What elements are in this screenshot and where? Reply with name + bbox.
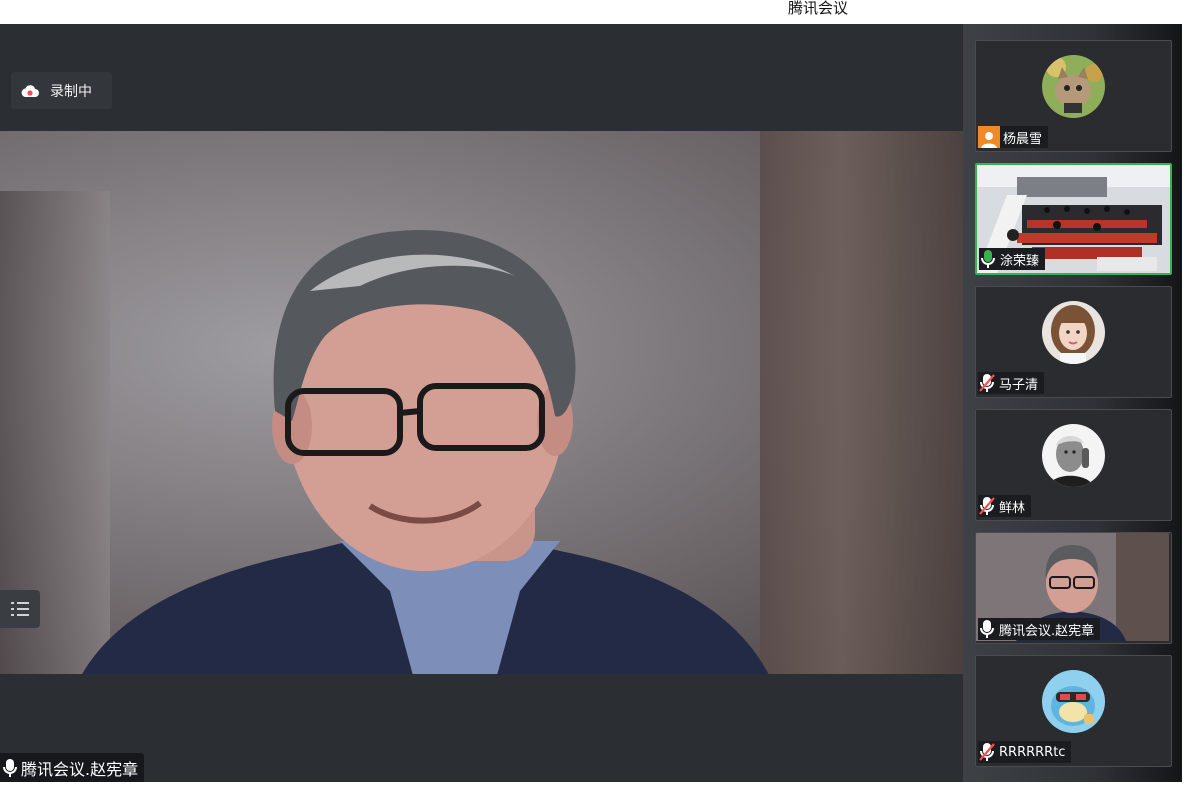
participant-name-label: 杨晨雪 bbox=[978, 126, 1049, 148]
bottom-strip bbox=[0, 782, 1190, 789]
mic-active-icon bbox=[981, 250, 995, 268]
participant-tile[interactable]: 杨晨雪 bbox=[975, 40, 1172, 152]
participant-tile-active[interactable]: 涂荣臻 bbox=[975, 163, 1172, 275]
participant-name: 腾讯会议.赵宪章 bbox=[999, 623, 1095, 639]
mic-icon bbox=[3, 758, 17, 777]
main-speaker-name: 腾讯会议.赵宪章 bbox=[21, 759, 139, 779]
participant-list-toggle[interactable] bbox=[0, 590, 40, 628]
speaker-figure bbox=[82, 230, 769, 674]
participant-name: RRRRRRtc bbox=[999, 744, 1066, 760]
main-stage: 录制中 腾讯会议.赵宪章 bbox=[0, 24, 963, 782]
participant-name-label: 马子清 bbox=[978, 372, 1045, 394]
recording-label: 录制中 bbox=[50, 83, 92, 100]
participant-tile[interactable]: RRRRRRtc bbox=[975, 655, 1172, 767]
mic-muted-icon bbox=[979, 743, 995, 761]
meeting-window: 录制中 腾讯会议.赵宪章 杨晨雪 涂荣臻 马子清 鲜林 腾讯会议.赵宪章 RRR… bbox=[0, 24, 1182, 782]
participant-sidebar: 杨晨雪 涂荣臻 马子清 鲜林 腾讯会议.赵宪章 RRRRRRtc bbox=[963, 24, 1182, 782]
user-icon bbox=[978, 126, 1000, 148]
list-icon bbox=[11, 602, 29, 616]
avatar bbox=[1042, 301, 1105, 364]
participant-tile[interactable]: 鲜林 bbox=[975, 409, 1172, 521]
participant-name-label: 鲜林 bbox=[978, 495, 1032, 517]
participant-name: 鲜林 bbox=[999, 500, 1026, 516]
cloud-record-icon bbox=[21, 84, 39, 97]
participant-tile[interactable]: 马子清 bbox=[975, 286, 1172, 398]
participant-name: 马子清 bbox=[999, 377, 1039, 393]
avatar bbox=[1042, 670, 1105, 733]
participant-name-label: RRRRRRtc bbox=[978, 741, 1072, 763]
participant-name-label: 涂荣臻 bbox=[979, 248, 1046, 270]
participant-name: 涂荣臻 bbox=[1000, 253, 1040, 269]
participant-tile[interactable]: 腾讯会议.赵宪章 bbox=[975, 532, 1172, 644]
participant-name: 杨晨雪 bbox=[1003, 131, 1043, 147]
mic-icon bbox=[980, 620, 994, 638]
main-video[interactable] bbox=[0, 131, 963, 674]
participant-name-label: 腾讯会议.赵宪章 bbox=[978, 618, 1101, 640]
window-title: 腾讯会议 bbox=[788, 0, 849, 17]
window-titlebar: 腾讯会议 bbox=[0, 0, 1190, 24]
mic-muted-icon bbox=[979, 497, 995, 515]
avatar bbox=[1042, 424, 1105, 487]
mic-muted-icon bbox=[979, 374, 995, 392]
recording-badge[interactable]: 录制中 bbox=[11, 72, 112, 109]
avatar bbox=[1042, 55, 1105, 118]
main-speaker-label: 腾讯会议.赵宪章 bbox=[0, 753, 145, 782]
